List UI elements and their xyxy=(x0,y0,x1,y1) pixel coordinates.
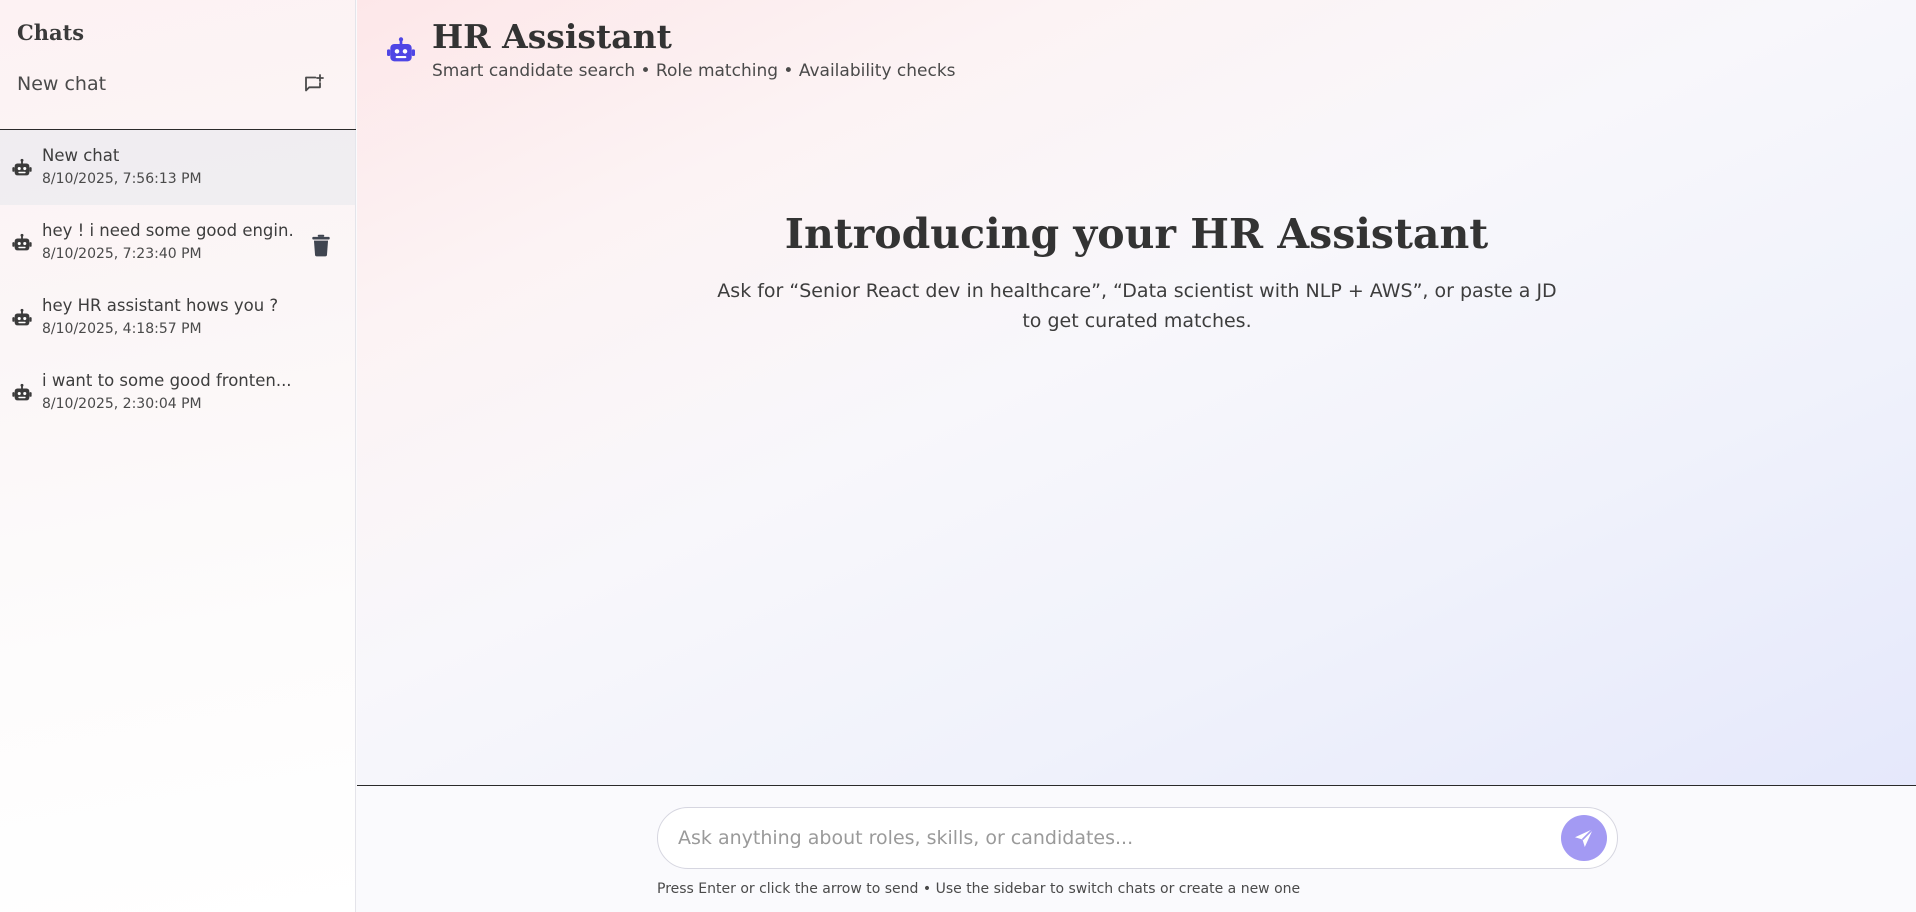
robot-icon xyxy=(11,233,33,255)
intro-text: Ask for “Senior React dev in healthcare”… xyxy=(717,280,1557,332)
page-title: HR Assistant xyxy=(432,17,672,56)
composer-area: Press Enter or click the arrow to send •… xyxy=(357,786,1916,912)
message-composer xyxy=(657,807,1618,869)
chat-timestamp: 8/10/2025, 2:30:04 PM xyxy=(42,396,202,412)
chat-timestamp: 8/10/2025, 4:18:57 PM xyxy=(42,321,202,337)
new-chat-label: New chat xyxy=(17,73,107,95)
chat-timestamp: 8/10/2025, 7:56:13 PM xyxy=(42,171,202,187)
intro-title: Introducing your HR Assistant xyxy=(784,210,1489,258)
sidebar: Chats New chat New chat 8/10/2025, 7:56:… xyxy=(0,0,356,912)
chat-timestamp: 8/10/2025, 7:23:40 PM xyxy=(42,246,202,262)
robot-icon xyxy=(385,36,417,68)
chat-title: hey HR assistant hows you ? xyxy=(42,296,279,315)
add-comment-icon[interactable] xyxy=(302,72,326,96)
chat-title: i want to some good fronten... xyxy=(42,371,292,390)
main-panel: HR Assistant Smart candidate search • Ro… xyxy=(357,0,1916,785)
robot-icon xyxy=(11,158,33,180)
chat-title: New chat xyxy=(42,146,120,165)
chat-list-item[interactable]: i want to some good fronten... 8/10/2025… xyxy=(0,355,356,430)
robot-icon xyxy=(11,308,33,330)
message-input[interactable] xyxy=(678,818,1538,858)
chat-list-item[interactable]: hey ! i need some good engin... 8/10/202… xyxy=(0,205,356,280)
chat-list-item[interactable]: New chat 8/10/2025, 7:56:13 PM xyxy=(0,130,356,205)
chat-list-item[interactable]: hey HR assistant hows you ? 8/10/2025, 4… xyxy=(0,280,356,355)
sidebar-title: Chats xyxy=(17,20,85,45)
delete-chat-icon[interactable] xyxy=(308,232,334,258)
composer-hint: Press Enter or click the arrow to send •… xyxy=(657,881,1301,897)
robot-icon xyxy=(11,383,33,405)
new-chat-button[interactable]: New chat xyxy=(0,66,356,104)
send-button[interactable] xyxy=(1561,815,1607,861)
page-subtitle: Smart candidate search • Role matching •… xyxy=(432,61,956,81)
chat-title: hey ! i need some good engin... xyxy=(42,221,292,240)
chat-list: New chat 8/10/2025, 7:56:13 PM hey ! i n… xyxy=(0,130,356,430)
